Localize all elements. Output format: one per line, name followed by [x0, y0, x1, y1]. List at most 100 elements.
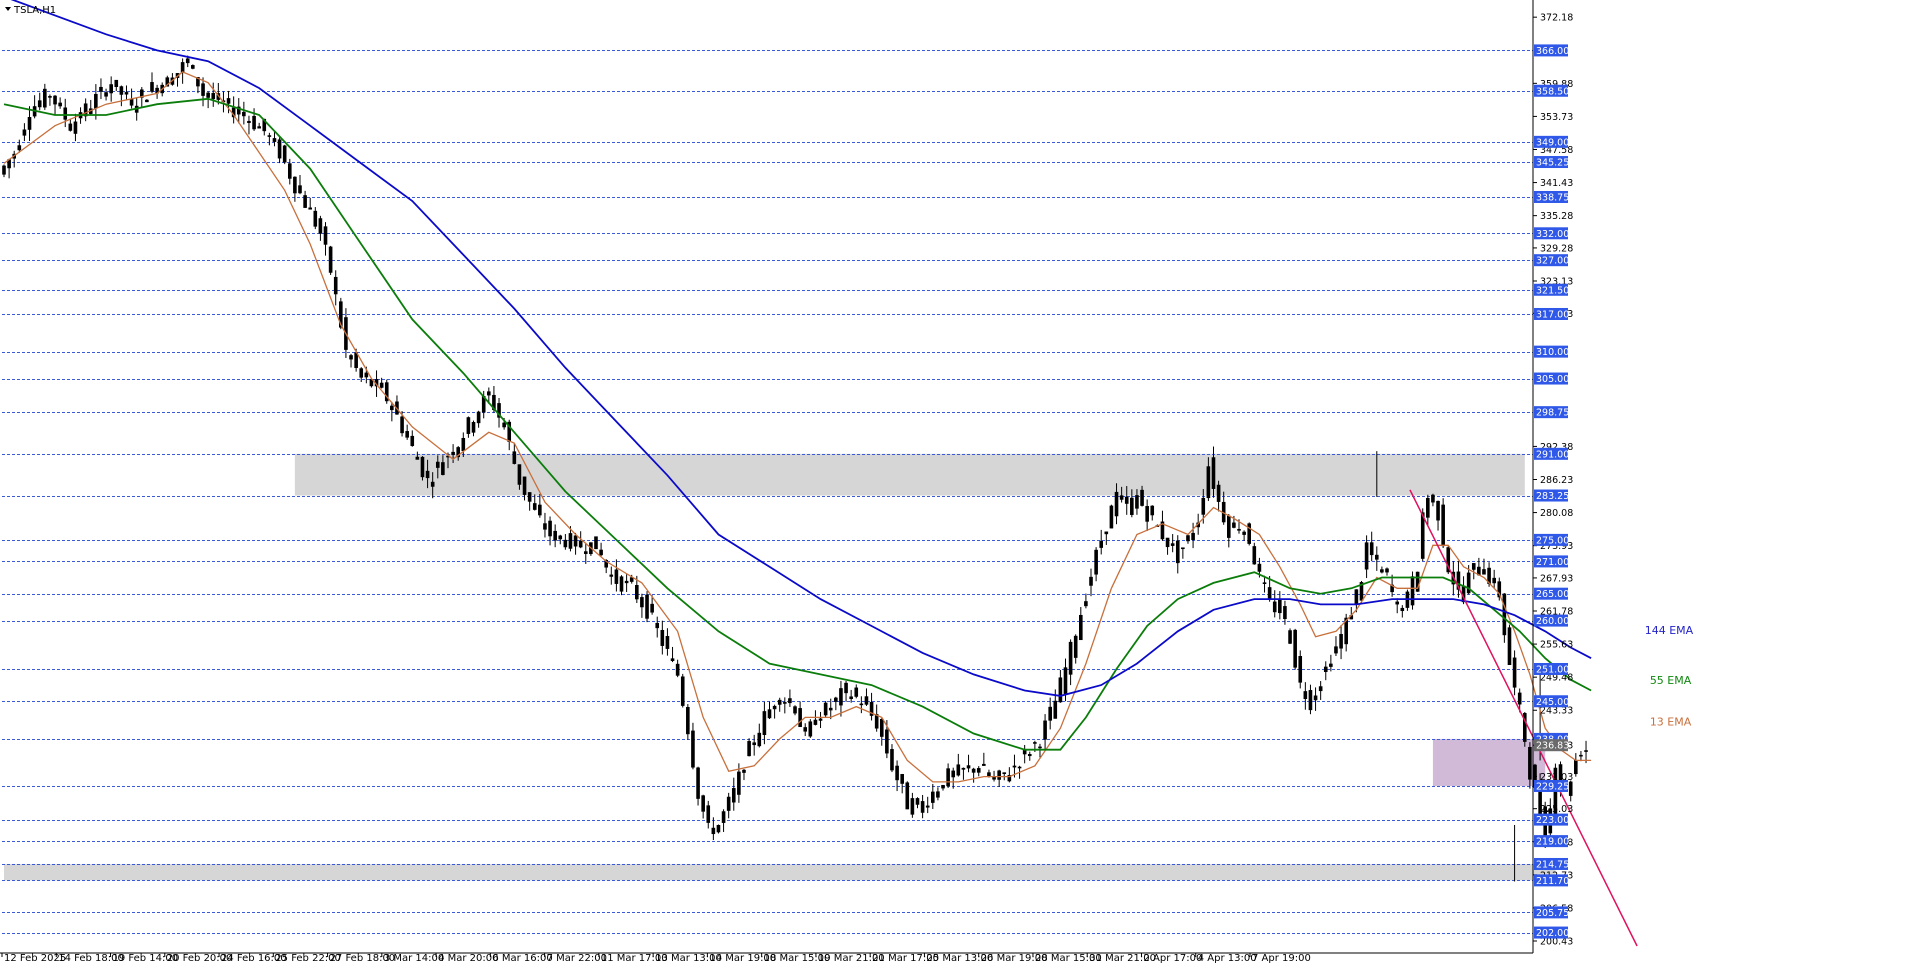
candle-body [252, 115, 256, 130]
candle-body [966, 765, 971, 769]
candle-body [502, 422, 506, 428]
candle-body [415, 456, 420, 460]
candle-body [941, 784, 945, 789]
candle [716, 824, 721, 834]
candle-body [803, 727, 808, 732]
time-label: 3 Mar 14:00 [384, 953, 444, 963]
candle-body [1339, 634, 1343, 649]
tag-label: 236.83 [1536, 741, 1569, 752]
level-tag: 327.00 [1534, 254, 1569, 267]
candle-body [517, 464, 522, 485]
candle-body [660, 629, 665, 646]
candle-body [1089, 576, 1093, 586]
candle-body [487, 391, 491, 396]
time-label: 6 Mar 16:00 [492, 953, 552, 963]
candle-body [946, 768, 950, 787]
candle-body [1109, 505, 1114, 529]
candle-body [318, 218, 323, 234]
candle [1405, 589, 1410, 611]
price-chart[interactable]: 372.18359.88353.73347.58341.43335.28329.… [0, 0, 1916, 964]
candle-body [512, 451, 517, 464]
candle-body [844, 682, 848, 694]
level-tag: 265.00 [1534, 587, 1569, 600]
candle-body [1181, 547, 1185, 550]
candle-body [226, 98, 231, 104]
candle-body [1252, 546, 1257, 565]
candle-body [1124, 496, 1129, 504]
tag-label: 271.00 [1536, 557, 1569, 568]
candle-body [466, 417, 471, 434]
candle-body [277, 139, 282, 159]
candle-body [1191, 532, 1195, 540]
candle-body [257, 126, 261, 129]
candle-body [191, 65, 195, 69]
candle-body [568, 533, 573, 549]
candle-body [287, 163, 292, 179]
candle-body [435, 461, 440, 468]
candle-body [890, 749, 894, 771]
candle-body [777, 699, 782, 705]
candle-body [742, 769, 746, 773]
tag-label: 251.00 [1536, 664, 1569, 675]
candle-body [43, 88, 47, 108]
candle-body [1267, 587, 1272, 600]
candle-body [538, 504, 542, 516]
candle-body [1170, 543, 1175, 546]
candle-body [563, 539, 568, 548]
candle-body [1528, 746, 1532, 780]
candle-body [1364, 542, 1369, 570]
candle-body [2, 165, 6, 175]
candle-body [104, 92, 108, 97]
candle [191, 64, 195, 70]
candle-body [308, 207, 313, 210]
candle-body [242, 111, 246, 117]
candle-body [757, 732, 762, 747]
tag-label: 332.00 [1536, 229, 1569, 240]
candle-body [788, 698, 792, 704]
candle-body [349, 355, 353, 360]
candle-body [201, 83, 205, 96]
candle-body [1471, 563, 1476, 570]
candle-body [1298, 656, 1303, 683]
candle-body [1482, 569, 1486, 575]
level-tag: 275.00 [1534, 533, 1569, 546]
level-tag: 291.00 [1534, 447, 1569, 460]
candle-body [53, 95, 57, 105]
tag-label: 265.00 [1536, 589, 1569, 600]
last-price-tag: 236.83 [1534, 739, 1569, 752]
candle-body [63, 107, 68, 120]
candle-body [553, 530, 557, 541]
candle-body [1574, 760, 1578, 775]
candle-body [1584, 750, 1588, 752]
candle-body [548, 520, 552, 537]
candle-body [1492, 577, 1496, 584]
candle-body [1053, 700, 1058, 719]
candle-body [655, 622, 660, 629]
candle-body [1033, 742, 1037, 744]
candle-body [992, 776, 996, 780]
price-tick-label: 255.63 [1540, 640, 1573, 651]
candle [384, 379, 389, 404]
level-tag: 366.00 [1534, 44, 1569, 57]
candle-body [1150, 505, 1155, 516]
candle-body [27, 117, 32, 130]
candle-body [1272, 601, 1277, 613]
candle-body [1073, 635, 1078, 658]
chart-area[interactable]: 372.18 359.88 353.73 347.58 341.43 335.28 329.… [0, 0, 1916, 964]
tag-label: 345.25 [1536, 158, 1569, 169]
candle-body [323, 226, 328, 245]
candle [328, 245, 333, 275]
candle-body [293, 176, 297, 194]
candle-body [645, 594, 649, 619]
candle-body [1043, 720, 1047, 740]
candle-body [37, 100, 42, 108]
candle-body [834, 697, 838, 702]
tag-label: 229.25 [1536, 781, 1569, 792]
candle-body [624, 580, 629, 584]
candle-body [721, 811, 726, 823]
candle-body [798, 708, 802, 728]
level-tag: 321.50 [1534, 283, 1569, 296]
candle-body [737, 771, 741, 795]
candle-body [333, 276, 338, 295]
candle-body [303, 195, 307, 208]
